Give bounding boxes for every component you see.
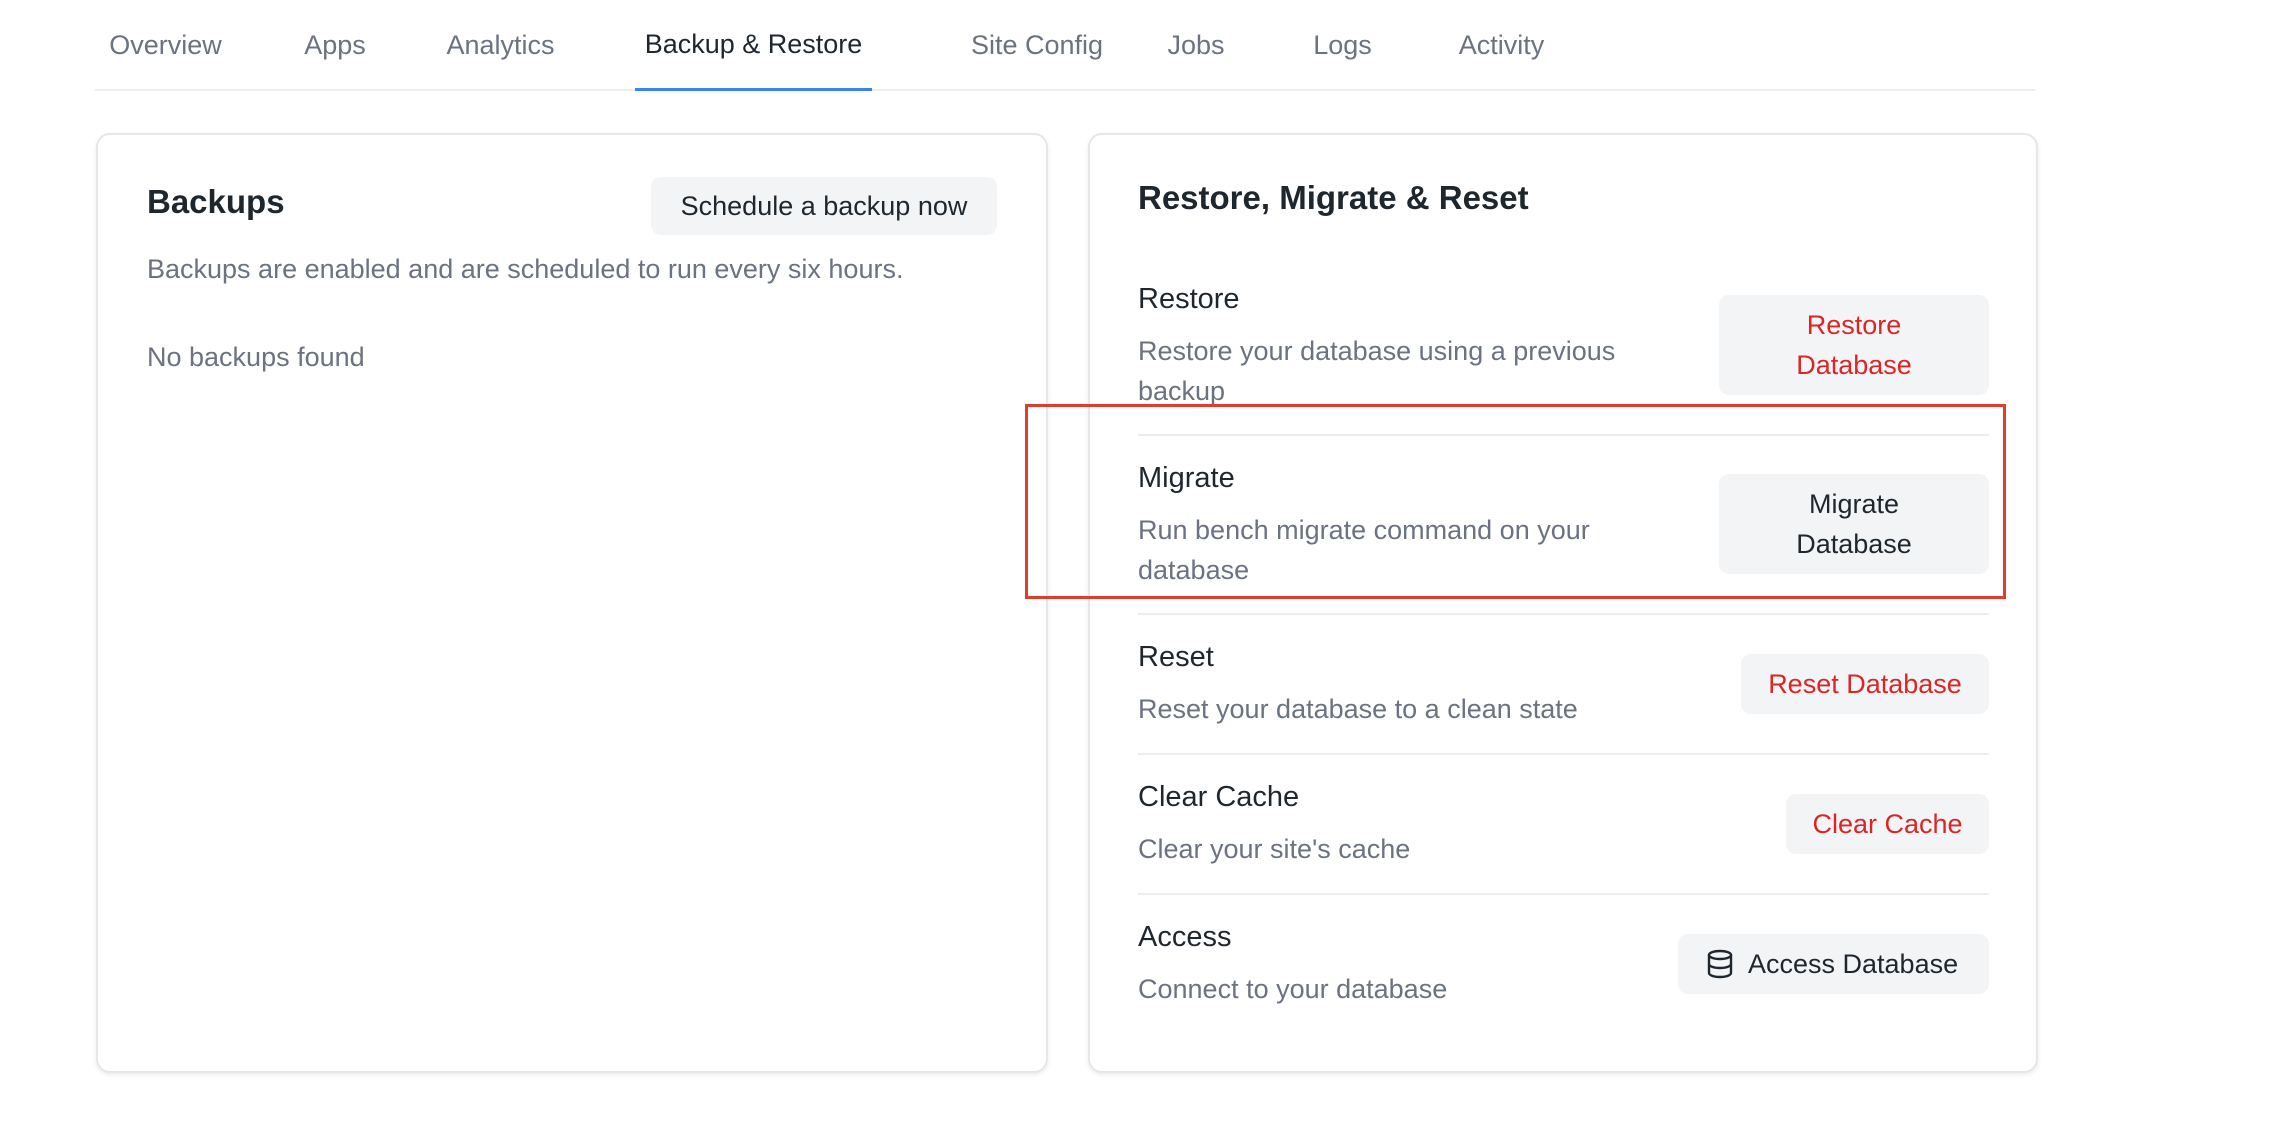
restore-database-button-label: Restore Database [1796,310,1912,380]
restore-row-title: Restore [1138,283,1240,315]
access-database-button[interactable]: Access Database [1678,934,1989,994]
tab-overview[interactable]: Overview [95,0,236,91]
row-divider [1138,893,1989,895]
row-divider [1138,753,1989,755]
clear-cache-button[interactable]: Clear Cache [1786,794,1989,854]
tab-apps[interactable]: Apps [294,0,376,91]
tab-analytics[interactable]: Analytics [435,0,566,91]
database-icon [1706,949,1734,979]
clear-cache-row-title: Clear Cache [1138,781,1300,813]
tab-activity[interactable]: Activity [1442,0,1561,91]
migrate-database-button-label: Migrate Database [1796,489,1912,559]
reset-database-button[interactable]: Reset Database [1741,654,1989,714]
access-row-title: Access [1138,921,1232,953]
restore-panel-title: Restore, Migrate & Reset [1138,179,1529,216]
migrate-database-button[interactable]: Migrate Database [1719,474,1989,574]
backups-status: Backups are enabled and are scheduled to… [147,254,904,284]
tab-backup-restore[interactable]: Backup & Restore [635,0,872,91]
backups-title: Backups [147,183,285,220]
clear-cache-row-description: Clear your site's cache [1138,834,1411,864]
schedule-backup-button[interactable]: Schedule a backup now [651,177,997,235]
tab-bar: Overview Apps Analytics Backup & Restore… [95,0,2035,91]
restore-row-description: Restore your database using a previous b… [1138,336,1616,406]
reset-row-description: Reset your database to a clean state [1138,694,1578,724]
restore-database-button[interactable]: Restore Database [1719,295,1989,395]
tab-jobs[interactable]: Jobs [1157,0,1235,91]
row-divider [1138,434,1989,436]
row-divider [1138,613,1989,615]
backups-empty-message: No backups found [147,342,365,372]
access-database-button-label: Access Database [1748,949,1959,979]
restore-migrate-reset-card: Restore, Migrate & Reset Restore Restore… [1088,133,2038,1073]
migrate-row-description: Run bench migrate command on your databa… [1138,515,1590,585]
tab-logs[interactable]: Logs [1301,0,1384,91]
backups-card: Backups Schedule a backup now Backups ar… [96,133,1048,1073]
migrate-row-title: Migrate [1138,462,1235,494]
tab-site-config[interactable]: Site Config [940,0,1134,91]
reset-row-title: Reset [1138,641,1214,673]
access-row-description: Connect to your database [1138,974,1448,1004]
